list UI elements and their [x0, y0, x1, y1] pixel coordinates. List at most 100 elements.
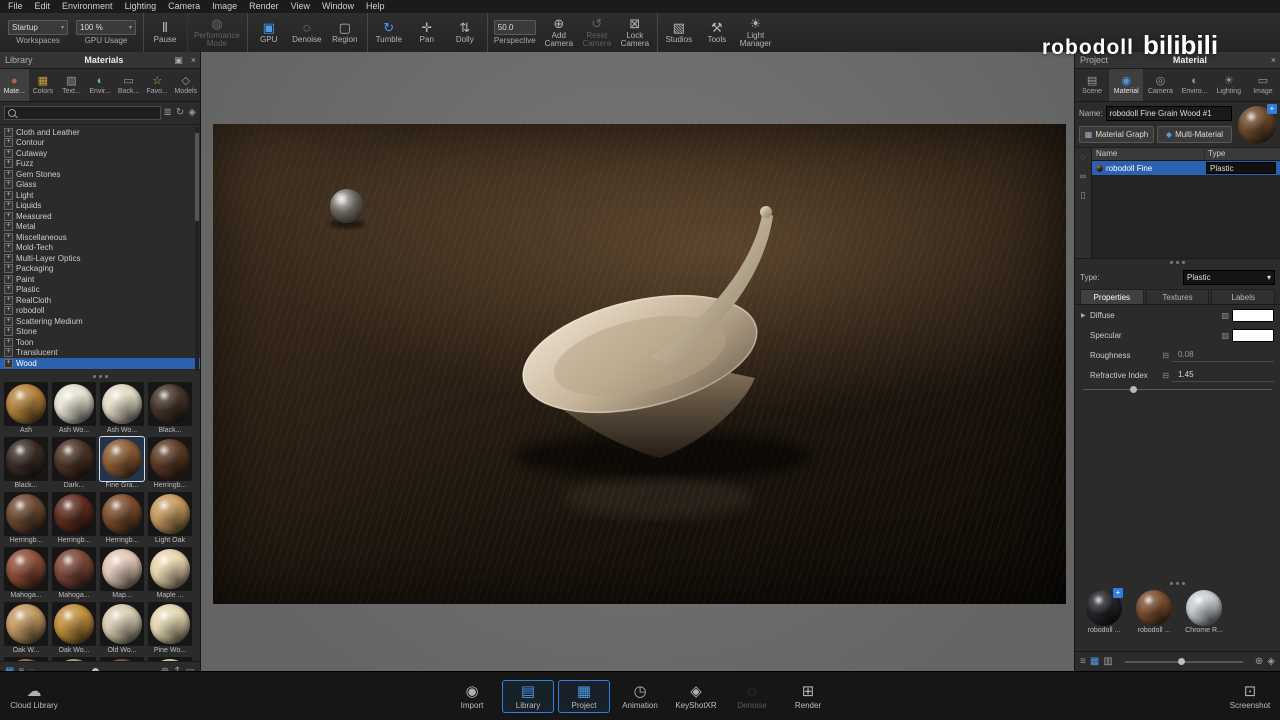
toolbar-button[interactable]: ◍ Performance Mode	[187, 13, 244, 52]
expander-icon[interactable]: +	[4, 169, 13, 179]
material-thumbnail[interactable]: Herringb...	[99, 492, 145, 547]
library-search-input[interactable]	[4, 106, 161, 120]
toolbar-button[interactable]: Ⅱ Pause	[143, 13, 184, 52]
screenshot-button[interactable]: ⊡ Screenshot	[1224, 680, 1276, 713]
property-tab[interactable]: Properties	[1080, 289, 1144, 304]
material-thumbnail[interactable]: Oak W...	[3, 602, 49, 657]
material-thumbnail[interactable]: Mahoga...	[3, 547, 49, 602]
expander-icon[interactable]: +	[4, 274, 13, 284]
texture-map-icon[interactable]: ▨	[1221, 331, 1229, 340]
expander-icon[interactable]: +	[4, 148, 13, 158]
tree-item[interactable]: + Measured	[0, 211, 200, 222]
panel-splitter[interactable]	[1075, 580, 1280, 587]
panel-tab[interactable]: ☆ Favo...	[143, 69, 172, 101]
material-thumbnail[interactable]: Dark...	[51, 437, 97, 492]
scene-material-thumbnail[interactable]: + robodoll ...	[1083, 588, 1125, 648]
expander-icon[interactable]: +	[4, 264, 13, 274]
expander-icon[interactable]: +	[4, 243, 13, 253]
expander-icon[interactable]: +	[4, 138, 13, 148]
panel-tab[interactable]: ● Mate...	[0, 69, 29, 101]
material-thumbnail[interactable]: Ash Wo...	[99, 382, 145, 437]
list-view-icon[interactable]: ≡	[1080, 657, 1086, 667]
toolbar-button[interactable]: ☀ Light Manager	[736, 13, 776, 52]
tree-item[interactable]: + RealCloth	[0, 295, 200, 306]
link-material-icon[interactable]: ∞	[1080, 171, 1086, 181]
material-thumbnail[interactable]: Black...	[3, 437, 49, 492]
ribbon-item[interactable]: ◷ Animation	[614, 680, 666, 713]
options-icon[interactable]: ◈	[188, 108, 196, 118]
options-icon[interactable]: ◈	[1267, 657, 1275, 667]
close-icon[interactable]: ×	[1267, 55, 1280, 65]
expander-icon[interactable]: +	[4, 327, 13, 337]
ribbon-item[interactable]: ⊞ Render	[782, 680, 834, 713]
panel-tab[interactable]: ◉ Material	[1109, 69, 1144, 101]
material-thumbnail[interactable]: Ash Wo...	[51, 382, 97, 437]
panel-tab[interactable]: ◇ Models	[171, 69, 200, 101]
expander-icon[interactable]: +	[4, 190, 13, 200]
zoom-in-icon[interactable]: ⊕	[1255, 657, 1263, 667]
tree-item[interactable]: + Paint	[0, 274, 200, 285]
ribbon-item[interactable]: ◈ KeyShotXR	[670, 680, 722, 713]
gpu-usage-selector[interactable]: 100 % ▾ GPU Usage	[72, 13, 140, 52]
expander-icon[interactable]: +	[4, 295, 13, 305]
tree-item[interactable]: + Toon	[0, 337, 200, 348]
material-type-dropdown[interactable]: Plastic ▾	[1183, 270, 1275, 285]
tree-item[interactable]: + Cloth and Leather	[0, 127, 200, 138]
map-toggle-icon[interactable]: ⊟	[1162, 351, 1169, 360]
menu-item[interactable]: Camera	[162, 0, 206, 13]
realtime-viewport[interactable]	[201, 52, 1074, 672]
workspace-selector[interactable]: Startup ▾ Workspaces	[4, 13, 72, 52]
refractive-index-value-field[interactable]: 1.45	[1172, 369, 1274, 382]
material-graph-button[interactable]: ▦ Material Graph	[1079, 126, 1154, 143]
tree-item[interactable]: + robodoll	[0, 306, 200, 317]
expander-icon[interactable]: +	[4, 253, 13, 263]
expander-icon[interactable]: +	[4, 201, 13, 211]
expander-icon[interactable]: +	[4, 232, 13, 242]
tree-item[interactable]: + Stone	[0, 327, 200, 338]
menu-item[interactable]: File	[2, 0, 29, 13]
tree-item[interactable]: + Liquids	[0, 201, 200, 212]
material-preview[interactable]: +	[1234, 102, 1280, 147]
tree-item[interactable]: + Glass	[0, 180, 200, 191]
roughness-value-field[interactable]: 0.08	[1172, 349, 1274, 362]
texture-map-icon[interactable]: ▨	[1221, 311, 1229, 320]
tree-item[interactable]: + Packaging	[0, 264, 200, 275]
property-tab[interactable]: Textures	[1145, 289, 1210, 304]
tree-item[interactable]: + Translucent	[0, 348, 200, 359]
diffuse-color-swatch[interactable]	[1232, 308, 1274, 322]
detail-view-icon[interactable]: ▥	[1103, 657, 1112, 667]
toolbar-button[interactable]: ↻ Tumble	[366, 13, 408, 52]
panel-tab[interactable]: ◐ Envir...	[86, 69, 115, 101]
tree-scrollbar[interactable]	[195, 127, 199, 371]
material-thumbnail[interactable]: Herringb...	[147, 437, 193, 492]
panel-tab[interactable]: ◐ Enviro...	[1178, 69, 1212, 101]
tree-item[interactable]: + Mold-Tech	[0, 243, 200, 254]
toolbar-button[interactable]: ▢ Region	[326, 13, 364, 52]
panel-tab[interactable]: ☀ Lighting	[1212, 69, 1246, 101]
material-name-input[interactable]: robodoll Fine Grain Wood #1	[1105, 106, 1232, 121]
specular-color-swatch[interactable]	[1232, 328, 1274, 342]
panel-splitter[interactable]	[0, 373, 200, 380]
material-thumbnail[interactable]: Mahoga...	[51, 547, 97, 602]
panel-tab[interactable]: ▭ Image	[1246, 69, 1280, 101]
ribbon-item[interactable]: ◉ Import	[446, 680, 498, 713]
tree-item[interactable]: + Gem Stones	[0, 169, 200, 180]
menu-item[interactable]: Edit	[29, 0, 57, 13]
toolbar-button[interactable]: ↺ Reset Camera	[578, 13, 616, 52]
refresh-icon[interactable]: ↻	[176, 108, 184, 118]
material-list-row[interactable]: robodoll Fine Plastic	[1092, 161, 1280, 175]
expander-icon[interactable]: +	[4, 222, 13, 232]
material-thumbnail[interactable]: Herringb...	[3, 492, 49, 547]
toolbar-button[interactable]: ✛ Pan	[408, 13, 446, 52]
material-thumbnail[interactable]: Light Oak	[147, 492, 193, 547]
expander-icon[interactable]: +	[4, 316, 13, 326]
map-toggle-icon[interactable]: ⊟	[1162, 371, 1169, 380]
panel-tab[interactable]: ◎ Camera	[1143, 69, 1177, 101]
material-thumbnail[interactable]: Map...	[99, 547, 145, 602]
material-thumbnail[interactable]: Maple ...	[147, 547, 193, 602]
expand-arrow-icon[interactable]: ▶	[1081, 312, 1090, 319]
multi-material-button[interactable]: ◆ Multi-Material	[1157, 126, 1232, 143]
menu-item[interactable]: Lighting	[119, 0, 163, 13]
paste-material-icon[interactable]: ▯	[1081, 190, 1086, 200]
expander-icon[interactable]: +	[4, 211, 13, 221]
